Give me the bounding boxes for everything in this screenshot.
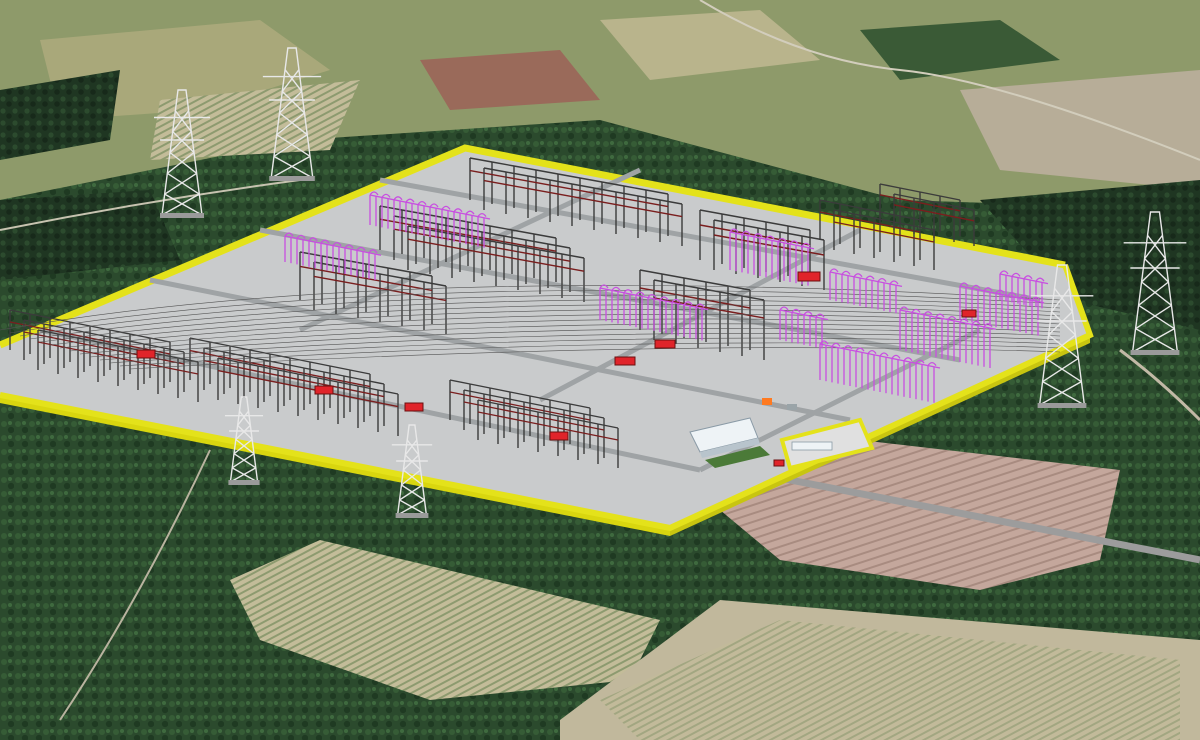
red-unit	[614, 356, 636, 366]
red-unit	[961, 309, 977, 318]
red-unit	[314, 385, 334, 395]
red-unit	[549, 431, 569, 441]
red-unit	[404, 402, 424, 412]
aerial-substation-scene	[0, 0, 1200, 740]
red-unit	[654, 339, 676, 349]
small-unit	[787, 404, 797, 410]
red-unit	[773, 459, 785, 467]
red-unit	[136, 349, 156, 359]
orange-unit	[762, 398, 772, 405]
red-unit	[797, 271, 821, 282]
guard-house	[791, 441, 833, 451]
